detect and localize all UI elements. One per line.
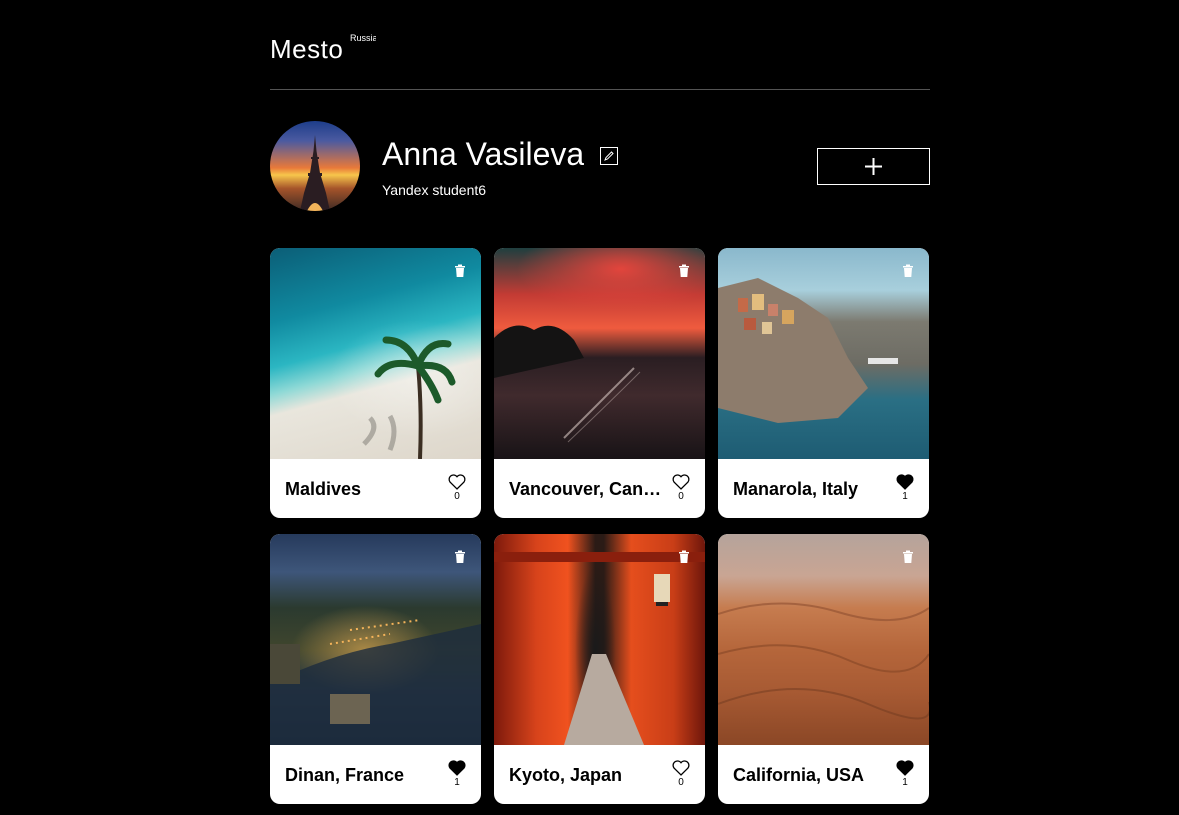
card: California, USA 1 [718,534,929,804]
trash-icon[interactable] [454,550,466,563]
cards-grid: Maldives 0 Vancouver, Canada 0 Manarola,… [270,248,930,804]
like-count: 1 [902,777,908,788]
card-footer: Manarola, Italy 1 [718,459,929,518]
heart-icon[interactable] [448,760,466,776]
card-footer: Vancouver, Canada 0 [494,459,705,518]
card-image[interactable] [718,248,929,459]
trash-icon[interactable] [678,264,690,277]
card-title: California, USA [733,765,865,785]
cliff-town-graphic [718,278,898,423]
torii-path-graphic [494,552,705,745]
like-group: 1 [896,474,914,503]
card-footer: Maldives 0 [270,459,481,518]
card-title: Maldives [285,479,362,499]
town-night-graphic [270,619,481,745]
lake-graphic [494,325,641,443]
card-title: Manarola, Italy [733,479,859,499]
heart-icon[interactable] [672,760,690,776]
card-image[interactable] [718,534,929,745]
eiffel-tower-silhouette [300,135,330,211]
like-group: 0 [672,760,690,789]
card-image[interactable] [270,248,481,459]
logo[interactable]: Mesto [270,34,343,64]
card-title: Dinan, France [285,765,405,785]
trash-icon[interactable] [678,550,690,563]
card-footer: California, USA 1 [718,745,929,804]
card: Kyoto, Japan 0 [494,534,705,804]
heart-icon[interactable] [448,474,466,490]
like-group: 0 [672,474,690,503]
card-title: Vancouver, Canada [509,479,669,499]
like-group: 1 [896,760,914,789]
like-count: 1 [902,491,908,502]
card-footer: Kyoto, Japan 0 [494,745,705,804]
logo-superscript: Russia [350,33,376,43]
pencil-icon [604,151,614,161]
like-group: 0 [448,474,466,503]
card-title: Kyoto, Japan [509,765,623,785]
page: Mesto Russia Anna Vasileva Yandex studen… [270,0,930,804]
heart-icon[interactable] [896,760,914,776]
card: Manarola, Italy 1 [718,248,929,518]
trash-icon[interactable] [902,550,914,563]
add-card-button[interactable] [817,148,930,185]
like-count: 0 [454,491,460,502]
heart-icon[interactable] [896,474,914,490]
card: Maldives 0 [270,248,481,518]
card-footer: Dinan, France 1 [270,745,481,804]
avatar[interactable] [270,121,360,211]
heart-icon[interactable] [672,474,690,490]
like-count: 0 [678,777,684,788]
profile-name: Anna Vasileva [382,136,585,172]
edit-profile-button[interactable] [600,147,619,165]
trash-icon[interactable] [454,264,466,277]
card-image[interactable] [494,248,705,459]
header: Mesto Russia [270,0,930,90]
like-count: 1 [454,777,460,788]
desert-dunes-graphic [718,602,929,720]
profile: Anna Vasileva Yandex student6 [270,90,930,248]
card: Vancouver, Canada 0 [494,248,705,518]
card-image[interactable] [494,534,705,745]
profile-about: Yandex student6 [382,182,487,198]
name-row: Anna Vasileva [382,134,619,174]
like-group: 1 [448,760,466,789]
plus-icon [865,158,882,175]
like-count: 0 [678,491,684,502]
card: Dinan, France 1 [270,534,481,804]
palm-tree-graphic [362,336,456,459]
card-image[interactable] [270,534,481,745]
trash-icon[interactable] [902,264,914,277]
